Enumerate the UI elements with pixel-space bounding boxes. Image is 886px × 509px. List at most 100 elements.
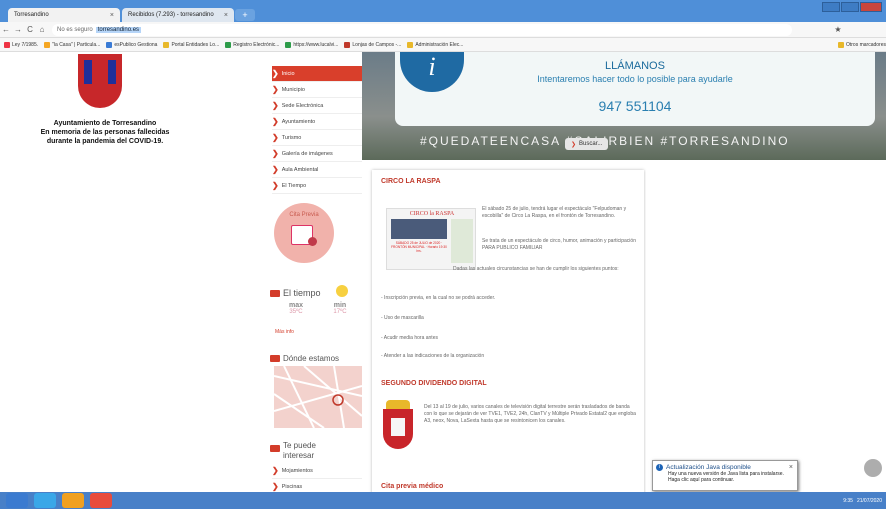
circo-poster[interactable]: CIRCO la RASPA SÁBADO 25 de JULIO de 202…	[386, 208, 476, 270]
bookmark-item[interactable]: "la Casa" | Particula...	[44, 41, 101, 48]
bookmark-favicon-icon	[407, 41, 414, 48]
menu-item[interactable]: ❯ Inicio	[272, 66, 362, 82]
menu-item-label: Sede Electrónica	[281, 102, 324, 109]
chevron-right-icon: ❯	[272, 133, 279, 142]
back-icon[interactable]: ←	[0, 25, 12, 34]
circo-paragraph: El sábado 25 de julio, tendrá lugar el e…	[482, 206, 627, 219]
bookmark-item[interactable]: Administración Elec...	[407, 41, 463, 48]
bookmark-item[interactable]: Lonjas de Campos -...	[344, 41, 401, 48]
close-icon[interactable]: ×	[224, 12, 228, 19]
town-name: Ayuntamiento de Torresandino	[53, 120, 157, 127]
circo-title[interactable]: CIRCO LA RASPA	[381, 178, 441, 185]
java-title: Actualización Java disponible	[666, 464, 751, 471]
taskbar-app-icon[interactable]	[6, 493, 28, 508]
info-icon: i	[656, 464, 663, 471]
weather-more-link[interactable]: Más info	[275, 329, 294, 335]
clock-date: 21/07/2020	[856, 497, 882, 504]
cita-previa-widget[interactable]: Cita Previa	[274, 203, 334, 263]
chevron-right-icon: ❯	[272, 117, 279, 126]
bookmark-item[interactable]: Otros marcadores	[837, 41, 886, 48]
menu-item[interactable]: ❯ Municipio	[272, 82, 362, 98]
menu-item-label: Turismo	[281, 134, 302, 141]
bookmark-item[interactable]: Ley 7/1985.	[4, 41, 39, 48]
menu-item[interactable]: ❯ Piscinas	[272, 479, 362, 492]
chevron-right-icon: ❯	[272, 149, 279, 158]
bookmark-label: Ley 7/1985.	[12, 41, 39, 48]
town-crest-logo	[78, 54, 122, 108]
weather-grid: max min 35ºC 17ºC	[274, 302, 362, 315]
home-icon[interactable]: ⌂	[36, 25, 48, 34]
call-title: LLÁMANOS	[605, 60, 665, 72]
new-tab-button[interactable]: +	[235, 9, 255, 21]
phone-number: 947 551104	[598, 98, 672, 114]
call-box: LLÁMANOS Intentaremos hacer todo lo posi…	[395, 52, 875, 126]
weather-title-text: El tiempo	[283, 288, 321, 298]
menu-item[interactable]: ❯ Turismo	[272, 130, 362, 146]
circo-paragraph: Se trata de un espectáculo de circo, hum…	[482, 238, 636, 251]
menu-item[interactable]: ❯ Mojamientos	[272, 463, 362, 479]
poster-title: CIRCO la RASPA	[409, 211, 455, 217]
bookmark-label: "la Casa" | Particula...	[52, 41, 101, 48]
clock-time: 9:35	[843, 497, 853, 504]
forward-icon[interactable]: →	[12, 25, 24, 34]
menu-item[interactable]: ❯ Galería de imágenes	[272, 146, 362, 162]
java-body: Hay una nueva versión de Java lista para…	[668, 471, 784, 483]
close-icon[interactable]: ×	[789, 464, 793, 471]
bookmark-favicon-icon	[837, 41, 844, 48]
interest-title-line: Te puede	[283, 441, 316, 450]
weather-title: El tiempo	[270, 288, 321, 298]
menu-item[interactable]: ❯ Ayuntamiento	[272, 114, 362, 130]
interest-title-line: interesar	[283, 451, 315, 460]
taskbar-app-icon[interactable]	[90, 493, 112, 508]
map-streets	[274, 366, 362, 428]
bookmarks-bar: Ley 7/1985. "la Casa" | Particula... esPub…	[0, 38, 886, 52]
browser-tab-strip: Torresandino × Recibidos (7.293) - torre…	[0, 0, 886, 22]
taskbar-app-icon[interactable]	[34, 493, 56, 508]
minimize-button[interactable]	[822, 2, 840, 12]
bookmark-item[interactable]: Registro Electrónic...	[225, 41, 280, 48]
menu-item-label: Mojamientos	[281, 467, 313, 474]
max-value: 35ºC	[289, 309, 303, 315]
window-close-button[interactable]	[860, 2, 882, 12]
bookmark-item[interactable]: Portal Entidades Lo...	[163, 41, 219, 48]
menu-item[interactable]: ❯ El Tiempo	[272, 178, 362, 194]
circo-bullet: - Atender a las indicaciones de la organ…	[381, 353, 485, 359]
tab-gmail[interactable]: Recibidos (7.293) - torresandino ×	[122, 8, 234, 22]
menu-item-label: Ayuntamiento	[281, 118, 316, 125]
location-map[interactable]	[274, 366, 362, 428]
flag-icon	[270, 289, 280, 297]
bookmark-item[interactable]: https://www.lucalvi...	[285, 41, 339, 48]
digital-title[interactable]: SEGUNDO DIVIDENDO DIGITAL	[381, 380, 487, 387]
url-host: torresandino.es	[95, 26, 142, 33]
reload-icon[interactable]: C	[24, 25, 36, 34]
bookmark-item[interactable]: esPublico Gestiona	[106, 41, 157, 48]
bookmark-star-icon[interactable]: ★	[832, 25, 844, 34]
max-label: max	[288, 302, 303, 309]
web-page: Ayuntamiento de Torresandino En memoria …	[0, 52, 886, 492]
maximize-button[interactable]	[841, 2, 859, 12]
circo-bullet: - Acudir media hora antes	[381, 335, 438, 341]
bookmark-label: Registro Electrónic...	[233, 41, 280, 48]
taskbar-app-icon[interactable]	[62, 493, 84, 508]
poster-side-panel	[451, 219, 473, 263]
menu-item[interactable]: ❯ Aula Ambiental	[272, 162, 362, 178]
bookmark-favicon-icon	[106, 41, 113, 48]
chevron-right-icon: ❯	[272, 101, 279, 110]
url-field[interactable]: No es seguro torresandino.es	[52, 23, 792, 36]
bookmark-label: https://www.lucalvi...	[293, 41, 339, 48]
chevron-right-icon: ❯	[272, 69, 279, 78]
search-button[interactable]: ❯ Buscar...	[565, 138, 609, 150]
menu-item[interactable]: ❯ Sede Electrónica	[272, 98, 362, 114]
menu-item-label: Inicio	[281, 70, 295, 77]
chevron-right-icon: ❯	[571, 141, 577, 148]
security-label: No es seguro	[57, 26, 93, 33]
tab-torresandino[interactable]: Torresandino ×	[8, 8, 120, 22]
scroll-to-top-button[interactable]	[864, 459, 882, 477]
cita-medico-title[interactable]: Cita previa médico	[381, 483, 443, 490]
java-update-notification[interactable]: i Actualización Java disponible × Hay un…	[652, 460, 798, 491]
bookmark-favicon-icon	[163, 41, 170, 48]
cita-label: Cita Previa	[289, 212, 319, 218]
location-title-text: Dónde estamos	[283, 354, 340, 363]
poster-text: SÁBADO 25 de JULIO de 2020 · FRONTÓN MUN…	[391, 241, 447, 253]
close-icon[interactable]: ×	[110, 12, 114, 19]
